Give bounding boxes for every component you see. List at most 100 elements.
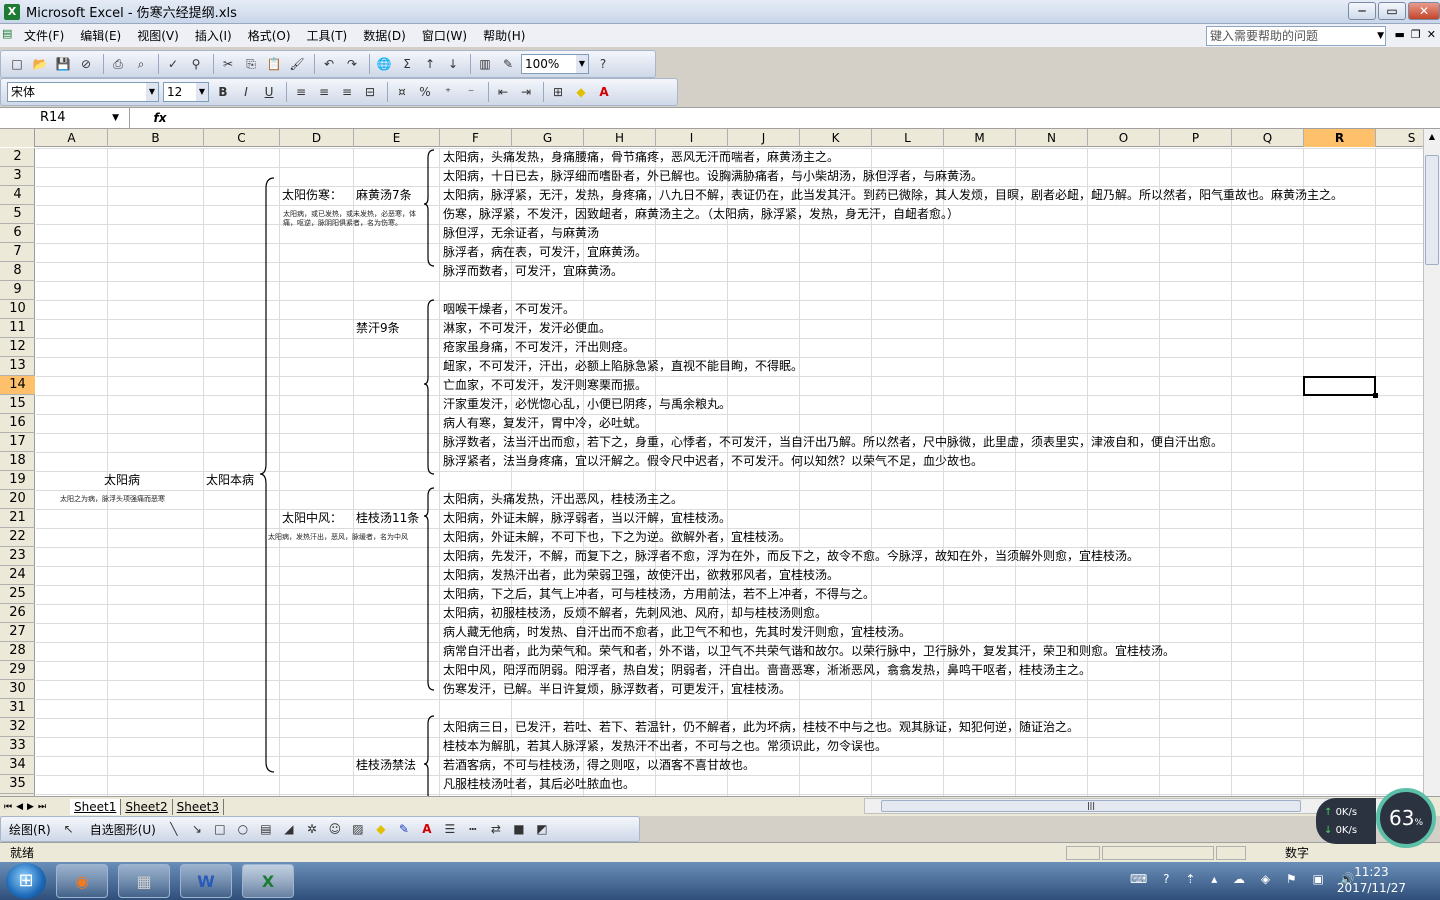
- format-painter-icon[interactable]: 🖌: [287, 54, 307, 74]
- sort-ascending-icon[interactable]: ↑: [420, 54, 440, 74]
- row-header-34[interactable]: 34: [0, 756, 35, 775]
- line-icon[interactable]: ╲: [164, 819, 184, 839]
- font-size-select[interactable]: 12 ▼: [163, 82, 209, 102]
- column-header-g[interactable]: G: [512, 129, 584, 147]
- merge-center-icon[interactable]: ⊟: [360, 82, 380, 102]
- print-icon[interactable]: ⎙: [108, 54, 128, 74]
- active-cell-r14[interactable]: [1303, 376, 1378, 398]
- line-style-icon[interactable]: ☰: [440, 819, 460, 839]
- row-header-27[interactable]: 27: [0, 623, 35, 642]
- taskbar-browser[interactable]: ◉: [56, 864, 108, 898]
- draw-menu[interactable]: 绘图(R): [9, 821, 51, 838]
- vertical-scroll-thumb[interactable]: [1425, 155, 1439, 265]
- oval-icon[interactable]: ○: [233, 819, 253, 839]
- clipart-icon[interactable]: ☺: [325, 819, 345, 839]
- column-header-q[interactable]: Q: [1232, 129, 1304, 147]
- row-header-20[interactable]: 20: [0, 490, 35, 509]
- column-header-l[interactable]: L: [872, 129, 944, 147]
- row-header-5[interactable]: 5: [0, 205, 35, 224]
- column-header-a[interactable]: A: [36, 129, 108, 147]
- zoom-select[interactable]: 100% ▼: [521, 54, 589, 74]
- zoom-dropdown-icon[interactable]: ▼: [576, 55, 588, 73]
- arrow-style-icon[interactable]: ⇄: [486, 819, 506, 839]
- column-header-c[interactable]: C: [204, 129, 280, 147]
- row-header-24[interactable]: 24: [0, 566, 35, 585]
- row-header-14[interactable]: 14: [0, 376, 35, 395]
- sort-descending-icon[interactable]: ↓: [443, 54, 463, 74]
- tab-sheet1[interactable]: Sheet1: [70, 798, 122, 815]
- row-header-17[interactable]: 17: [0, 433, 35, 452]
- network-speed-widget[interactable]: ↑ 0K/s ↓ 0K/s: [1316, 798, 1376, 844]
- menu-edit[interactable]: 编辑(E): [72, 26, 129, 46]
- taskbar-word[interactable]: W: [180, 864, 232, 898]
- diagram-icon[interactable]: ✲: [302, 819, 322, 839]
- doc-close-icon[interactable]: ✕: [1427, 28, 1436, 41]
- redo-icon[interactable]: ↷: [342, 54, 362, 74]
- font-color-draw-icon[interactable]: A: [417, 819, 437, 839]
- column-header-m[interactable]: M: [944, 129, 1016, 147]
- textbox-icon[interactable]: ▤: [256, 819, 276, 839]
- row-header-19[interactable]: 19: [0, 471, 35, 490]
- open-icon[interactable]: 📂: [30, 54, 50, 74]
- row-header-31[interactable]: 31: [0, 699, 35, 718]
- column-header-b[interactable]: B: [108, 129, 204, 147]
- row-header-28[interactable]: 28: [0, 642, 35, 661]
- minimize-button[interactable]: ─: [1348, 2, 1376, 20]
- research-icon[interactable]: ⚲: [186, 54, 206, 74]
- tab-sheet3[interactable]: Sheet3: [173, 798, 224, 815]
- row-header-26[interactable]: 26: [0, 604, 35, 623]
- row-header-7[interactable]: 7: [0, 243, 35, 262]
- spelling-icon[interactable]: ✓: [163, 54, 183, 74]
- new-icon[interactable]: □: [7, 54, 27, 74]
- column-header-k[interactable]: K: [800, 129, 872, 147]
- wordart-icon[interactable]: ◢: [279, 819, 299, 839]
- tray-clock[interactable]: 11:23 2017/11/27: [1337, 864, 1406, 896]
- size-dropdown-icon[interactable]: ▼: [196, 83, 208, 101]
- row-header-18[interactable]: 18: [0, 452, 35, 471]
- row-header-13[interactable]: 13: [0, 357, 35, 376]
- select-all-button[interactable]: [0, 129, 35, 147]
- save-icon[interactable]: 💾: [53, 54, 73, 74]
- help-icon[interactable]: ?: [593, 54, 613, 74]
- doc-minimize-icon[interactable]: ▬: [1395, 28, 1405, 41]
- cell-area[interactable]: 太阳病 太阳之为病，脉浮头项强痛而恶寒 太阳本病 太阳伤寒： 太阳病，或已发热，或未发热…: [36, 148, 1440, 796]
- currency-icon[interactable]: ¤: [392, 82, 412, 102]
- scroll-up-icon[interactable]: ▲: [1424, 129, 1440, 145]
- menu-data[interactable]: 数据(D): [355, 26, 414, 46]
- menu-tools[interactable]: 工具(T): [299, 26, 356, 46]
- row-header-16[interactable]: 16: [0, 414, 35, 433]
- column-header-d[interactable]: D: [280, 129, 354, 147]
- font-select[interactable]: 宋体 ▼: [7, 82, 159, 102]
- picture-icon[interactable]: ▨: [348, 819, 368, 839]
- help-search-input[interactable]: 键入需要帮助的问题: [1206, 26, 1386, 46]
- borders-icon[interactable]: ⊞: [548, 82, 568, 102]
- column-header-n[interactable]: N: [1016, 129, 1088, 147]
- row-header-6[interactable]: 6: [0, 224, 35, 243]
- column-header-p[interactable]: P: [1160, 129, 1232, 147]
- row-header-22[interactable]: 22: [0, 528, 35, 547]
- row-header-9[interactable]: 9: [0, 281, 35, 300]
- row-header-3[interactable]: 3: [0, 167, 35, 186]
- underline-button[interactable]: U: [259, 82, 279, 102]
- autosum-icon[interactable]: Σ: [397, 54, 417, 74]
- formula-input[interactable]: [190, 108, 1440, 128]
- font-color-icon[interactable]: A: [594, 82, 614, 102]
- chart-wizard-icon[interactable]: ▥: [475, 54, 495, 74]
- select-objects-icon[interactable]: ↖: [59, 819, 79, 839]
- start-button[interactable]: ⊞: [6, 863, 46, 899]
- decrease-decimal-icon[interactable]: ⁻: [461, 82, 481, 102]
- vertical-scrollbar[interactable]: ▲: [1423, 129, 1440, 796]
- document-icon[interactable]: ▤: [2, 27, 16, 45]
- decrease-indent-icon[interactable]: ⇤: [493, 82, 513, 102]
- column-header-j[interactable]: J: [728, 129, 800, 147]
- shadow-icon[interactable]: ■: [509, 819, 529, 839]
- tab-sheet2[interactable]: Sheet2: [121, 798, 173, 815]
- percent-button[interactable]: %: [415, 82, 435, 102]
- row-header-4[interactable]: 4: [0, 186, 35, 205]
- align-right-icon[interactable]: ≡: [337, 82, 357, 102]
- menu-file[interactable]: 文件(F): [16, 26, 72, 46]
- menu-format[interactable]: 格式(O): [240, 26, 299, 46]
- name-box[interactable]: R14 ▼: [0, 108, 130, 128]
- column-header-i[interactable]: I: [656, 129, 728, 147]
- row-header-11[interactable]: 11: [0, 319, 35, 338]
